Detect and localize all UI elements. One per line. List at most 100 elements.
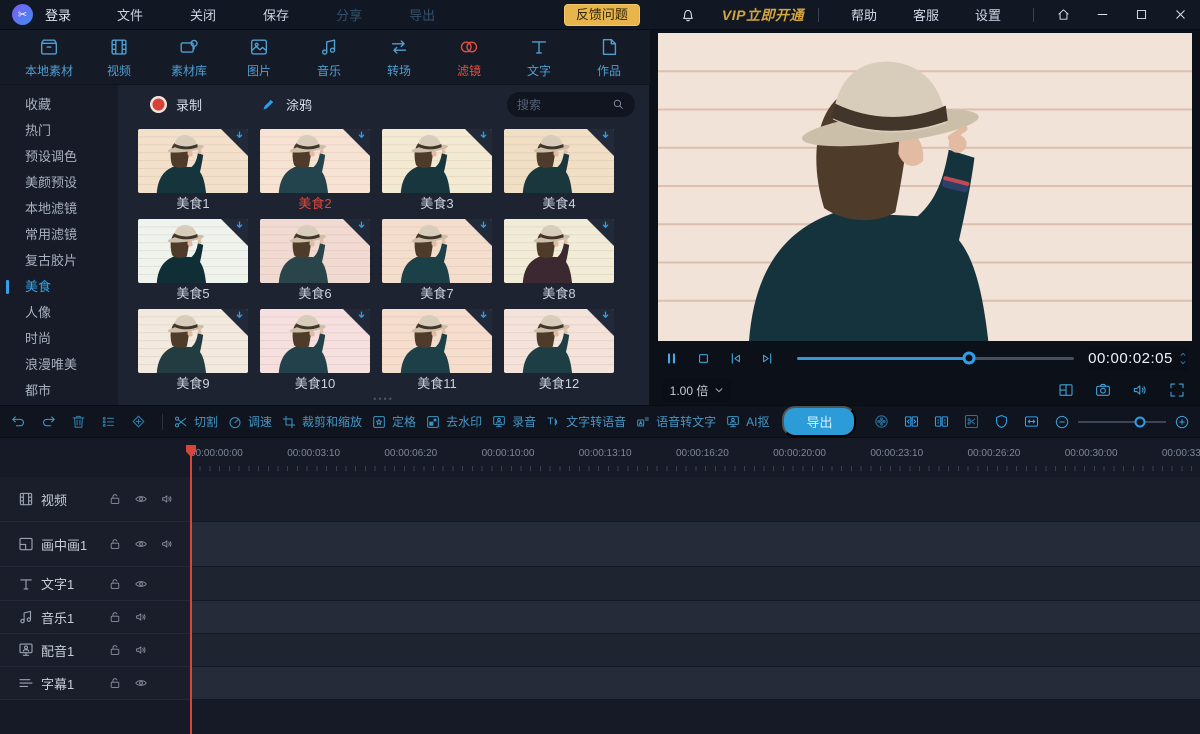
track-lane-字幕1[interactable] (190, 667, 1200, 700)
filter-card-美食10[interactable]: 美食10 (260, 309, 370, 397)
audio-icon[interactable] (134, 643, 148, 657)
filter-card-美食4[interactable]: 美食4 (504, 129, 614, 217)
speed-dropdown[interactable]: 1.00 倍 (663, 379, 731, 402)
audio-icon[interactable] (160, 537, 174, 551)
timeline-ruler[interactable]: 00:00:00:0000:00:03:1000:00:06:2000:00:1… (190, 445, 1200, 471)
keyframe-icon[interactable] (130, 413, 147, 430)
bell-icon[interactable] (680, 7, 696, 23)
vip-upgrade-button[interactable]: VIP立即开通 (722, 5, 804, 25)
visibility-icon[interactable] (134, 676, 148, 690)
sidebar-item-都市[interactable]: 都市 (0, 378, 118, 404)
split-clip-icon[interactable] (903, 413, 920, 430)
pause-button[interactable] (663, 350, 680, 367)
lock-icon[interactable] (108, 676, 122, 690)
tool-切割[interactable]: 切割 (173, 413, 218, 430)
record-button[interactable]: 录制 (150, 95, 202, 114)
tool-AI抠[interactable]: AI抠 (725, 413, 769, 430)
audio-icon[interactable] (160, 492, 174, 506)
tab-图片[interactable]: 图片 (224, 36, 294, 79)
sidebar-item-热门[interactable]: 热门 (0, 118, 118, 144)
tool-去水印[interactable]: 去水印 (425, 413, 482, 430)
tool-录音[interactable]: 录音 (491, 413, 536, 430)
snapshot-camera-icon[interactable] (1094, 381, 1112, 399)
menu-item-关闭[interactable]: 关闭 (190, 5, 216, 24)
lock-icon[interactable] (108, 492, 122, 506)
visibility-icon[interactable] (134, 577, 148, 591)
prev-frame-button[interactable] (727, 350, 744, 367)
tool-语音转文字[interactable]: 语音转文字 (635, 413, 716, 430)
delete-icon[interactable] (70, 413, 87, 430)
tab-音乐[interactable]: 音乐 (294, 36, 364, 79)
cut-box-icon[interactable] (963, 413, 980, 430)
lock-icon[interactable] (108, 577, 122, 591)
sidebar-item-常用滤镜[interactable]: 常用滤镜 (0, 222, 118, 248)
filter-card-美食5[interactable]: 美食5 (138, 219, 248, 307)
zoom-knob[interactable] (1134, 416, 1145, 427)
doodle-button[interactable]: 涂鸦 (260, 95, 312, 114)
sidebar-item-时尚[interactable]: 时尚 (0, 326, 118, 352)
track-lane-视频[interactable] (190, 477, 1200, 522)
filter-card-美食8[interactable]: 美食8 (504, 219, 614, 307)
tab-滤镜[interactable]: 滤镜 (434, 36, 504, 79)
detail-list-icon[interactable] (100, 413, 117, 430)
visibility-icon[interactable] (134, 492, 148, 506)
settings-button[interactable]: 设置 (975, 5, 1001, 24)
lock-icon[interactable] (108, 610, 122, 624)
layout-split-icon[interactable] (1057, 381, 1075, 399)
sidebar-item-美颜预设[interactable]: 美颜预设 (0, 170, 118, 196)
film-reel-icon[interactable] (873, 413, 890, 430)
login-button[interactable]: 登录 (45, 5, 71, 24)
help-button[interactable]: 帮助 (851, 5, 877, 24)
playhead[interactable] (190, 445, 192, 734)
filter-card-美食1[interactable]: 美食1 (138, 129, 248, 217)
tool-裁剪和缩放[interactable]: 裁剪和缩放 (281, 413, 362, 430)
search-input[interactable]: 搜索 (507, 92, 635, 117)
filter-card-美食12[interactable]: 美食12 (504, 309, 614, 397)
volume-icon[interactable] (1131, 381, 1149, 399)
track-lane-画中画1[interactable] (190, 522, 1200, 567)
sidebar-item-人像[interactable]: 人像 (0, 300, 118, 326)
sidebar-item-浪漫唯美[interactable]: 浪漫唯美 (0, 352, 118, 378)
tab-素材库[interactable]: 素材库 (154, 36, 224, 79)
feedback-button[interactable]: 反馈问题 (564, 4, 640, 26)
export-button[interactable]: 导出 (782, 406, 856, 437)
tab-文字[interactable]: 文字 (504, 36, 574, 79)
support-button[interactable]: 客服 (913, 5, 939, 24)
filter-card-美食9[interactable]: 美食9 (138, 309, 248, 397)
lock-icon[interactable] (108, 537, 122, 551)
filter-card-美食7[interactable]: 美食7 (382, 219, 492, 307)
track-lane-文字1[interactable] (190, 567, 1200, 601)
tab-作品[interactable]: 作品 (574, 36, 644, 79)
sidebar-item-收藏[interactable]: 收藏 (0, 92, 118, 118)
lock-icon[interactable] (108, 643, 122, 657)
track-lane-配音1[interactable] (190, 634, 1200, 667)
stop-button[interactable] (695, 350, 712, 367)
redo-icon[interactable] (40, 413, 57, 430)
menu-item-文件[interactable]: 文件 (117, 5, 143, 24)
seek-slider[interactable] (797, 351, 1074, 365)
tool-文字转语音[interactable]: 文字转语音 (545, 413, 626, 430)
close-icon[interactable] (1173, 7, 1188, 22)
sidebar-item-复古胶片[interactable]: 复古胶片 (0, 248, 118, 274)
undo-icon[interactable] (10, 413, 27, 430)
zoom-out-icon[interactable] (1054, 414, 1070, 430)
tab-视频[interactable]: 视频 (84, 36, 154, 79)
menu-item-保存[interactable]: 保存 (263, 5, 289, 24)
mirror-panels-icon[interactable] (933, 413, 950, 430)
tab-转场[interactable]: 转场 (364, 36, 434, 79)
visibility-icon[interactable] (134, 537, 148, 551)
time-step-down-icon[interactable] (1178, 359, 1188, 366)
minimize-icon[interactable] (1095, 7, 1110, 22)
tab-本地素材[interactable]: 本地素材 (14, 36, 84, 79)
seek-knob[interactable] (962, 352, 975, 365)
shield-icon[interactable] (993, 413, 1010, 430)
next-frame-button[interactable] (759, 350, 776, 367)
timeline-zoom-slider[interactable] (1078, 416, 1166, 428)
sidebar-item-本地滤镜[interactable]: 本地滤镜 (0, 196, 118, 222)
stretch-box-icon[interactable] (1023, 413, 1040, 430)
fullscreen-icon[interactable] (1168, 381, 1186, 399)
maximize-icon[interactable] (1134, 7, 1149, 22)
filter-card-美食2[interactable]: 美食2 (260, 129, 370, 217)
panel-resize-handle[interactable]: •••• (373, 394, 394, 404)
filter-card-美食6[interactable]: 美食6 (260, 219, 370, 307)
